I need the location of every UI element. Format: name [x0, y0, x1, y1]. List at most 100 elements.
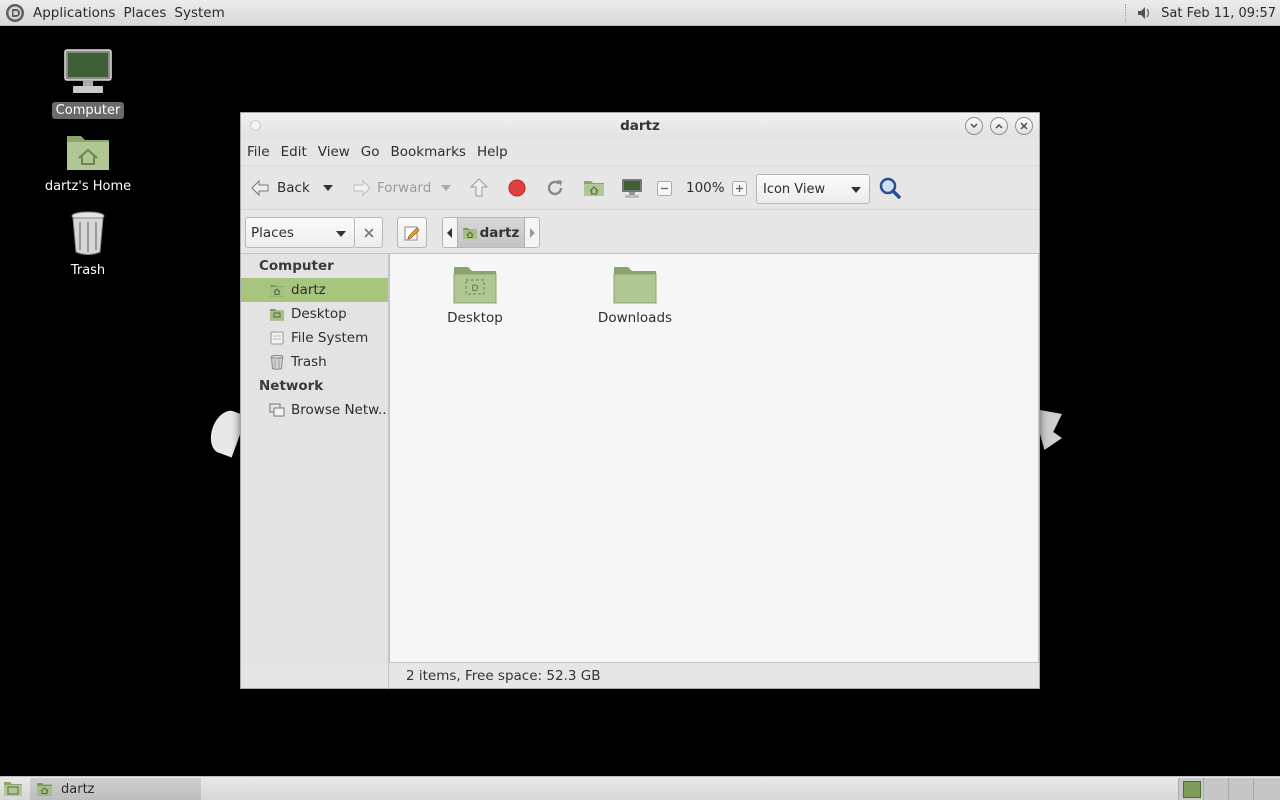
breadcrumb-label: dartz — [479, 224, 520, 241]
workspace-1[interactable] — [1178, 778, 1203, 800]
status-text: 2 items, Free space: 52.3 GB — [406, 668, 601, 684]
sidebar-item-label: dartz — [291, 282, 326, 298]
back-history-dropdown[interactable] — [323, 166, 333, 210]
back-button[interactable]: Back — [249, 166, 310, 210]
location-bar: Places dartz — [241, 209, 1039, 253]
close-icon — [1020, 122, 1028, 130]
close-icon — [363, 227, 374, 238]
side-pane-label: Places — [251, 224, 294, 241]
back-label: Back — [277, 180, 310, 196]
home-button[interactable] — [583, 166, 605, 210]
zoom-level-label: 100% — [686, 180, 725, 196]
titlebar[interactable]: dartz — [241, 113, 1039, 139]
chevron-down-icon — [323, 185, 333, 191]
menu-edit[interactable]: Edit — [277, 144, 311, 160]
computer-icon — [64, 49, 112, 93]
places-sidebar: Computer dartz Desktop File System Trash… — [241, 253, 389, 663]
file-view[interactable]: D Desktop Downloads — [389, 253, 1039, 663]
file-manager-window: dartz File Edit View Go Bookmarks Help B… — [240, 112, 1040, 689]
sidebar-item-dartz[interactable]: dartz — [241, 278, 388, 302]
chevron-right-icon — [529, 227, 535, 238]
sidebar-item-label: File System — [291, 330, 369, 346]
file-item-label: Desktop — [447, 310, 503, 326]
minimize-button[interactable] — [965, 117, 983, 135]
taskbar-item-dartz[interactable]: dartz — [30, 778, 201, 800]
sidebar-item-trash[interactable]: Trash — [241, 350, 388, 374]
maximize-button[interactable] — [990, 117, 1008, 135]
up-button[interactable] — [469, 166, 489, 210]
desktop-icon-label: Computer — [51, 102, 125, 119]
zoom-in-button[interactable] — [732, 166, 747, 210]
breadcrumb-left-button[interactable] — [443, 218, 457, 247]
file-item-label: Downloads — [597, 310, 673, 326]
side-pane-select[interactable]: Places — [245, 217, 355, 248]
sidebar-item-browse-network[interactable]: Browse Netw... — [241, 398, 388, 422]
close-side-pane-button[interactable] — [355, 217, 383, 248]
desktop-folder-icon: D — [453, 267, 497, 304]
sidebar-heading-computer: Computer — [259, 258, 334, 274]
chevron-down-icon — [441, 185, 451, 191]
statusbar: 2 items, Free space: 52.3 GB — [389, 663, 1039, 689]
reload-button[interactable] — [544, 166, 566, 210]
breadcrumb-right-button[interactable] — [525, 218, 539, 247]
panel-separator — [1125, 4, 1127, 22]
search-button[interactable] — [878, 166, 902, 210]
forward-button[interactable]: Forward — [351, 166, 431, 210]
menu-view[interactable]: View — [314, 144, 354, 160]
window-menu-icon[interactable] — [250, 120, 261, 131]
forward-label: Forward — [377, 180, 432, 196]
svg-text:D: D — [472, 284, 479, 294]
computer-button[interactable] — [621, 166, 643, 210]
chevron-down-icon — [336, 231, 346, 237]
menu-bookmarks[interactable]: Bookmarks — [387, 144, 470, 160]
desktop-icon-home[interactable]: dartz's Home — [38, 130, 138, 195]
edit-icon — [404, 226, 420, 240]
home-folder-icon — [462, 227, 477, 239]
statusbar-sidebar-area — [241, 663, 389, 689]
chevron-down-icon — [970, 123, 978, 128]
desktop-icon-computer[interactable]: Computer — [38, 48, 138, 119]
distro-logo-icon[interactable] — [5, 3, 25, 23]
search-icon — [879, 177, 901, 199]
workspace-4[interactable] — [1253, 778, 1280, 800]
workspace-3[interactable] — [1228, 778, 1253, 800]
forward-arrow-icon — [353, 179, 371, 197]
stop-button[interactable] — [508, 166, 526, 210]
sidebar-item-filesystem[interactable]: File System — [241, 326, 388, 350]
menu-file[interactable]: File — [243, 144, 274, 160]
network-icon — [269, 403, 285, 417]
clock[interactable]: Sat Feb 11, 09:57 — [1161, 6, 1276, 21]
volume-icon[interactable] — [1135, 4, 1153, 22]
forward-history-dropdown[interactable] — [441, 166, 451, 210]
chevron-down-icon — [851, 187, 861, 193]
sidebar-item-desktop[interactable]: Desktop — [241, 302, 388, 326]
menu-help[interactable]: Help — [473, 144, 512, 160]
bottom-panel: dartz — [0, 776, 1280, 800]
desktop-folder-icon — [270, 309, 284, 321]
trash-icon — [71, 211, 105, 255]
desktop-icon-trash[interactable]: Trash — [38, 210, 138, 279]
zoom-out-button[interactable] — [657, 166, 672, 210]
close-button[interactable] — [1015, 117, 1033, 135]
show-desktop-icon[interactable] — [3, 780, 23, 797]
workspace-2[interactable] — [1203, 778, 1228, 800]
menu-applications[interactable]: Applications — [29, 5, 119, 21]
taskbar-item-label: dartz — [61, 781, 95, 797]
zoom-level[interactable]: 100% — [686, 166, 725, 210]
view-mode-label: Icon View — [763, 181, 826, 197]
menu-system[interactable]: System — [170, 5, 228, 21]
view-mode-select[interactable]: Icon View — [756, 174, 870, 204]
file-item-downloads[interactable]: Downloads — [585, 264, 685, 326]
breadcrumb: dartz — [442, 217, 540, 248]
desktop-icon-label: dartz's Home — [44, 179, 132, 194]
home-folder-icon — [584, 181, 604, 196]
toggle-location-entry-button[interactable] — [397, 217, 427, 248]
menu-go[interactable]: Go — [357, 144, 384, 160]
menu-places[interactable]: Places — [119, 5, 170, 21]
breadcrumb-item-dartz[interactable]: dartz — [456, 218, 526, 247]
reload-icon — [547, 180, 563, 196]
window-title: dartz — [620, 118, 660, 134]
file-item-desktop[interactable]: D Desktop — [425, 264, 525, 326]
chevron-left-icon — [447, 227, 453, 238]
main-area: Computer dartz Desktop File System Trash… — [241, 253, 1039, 663]
